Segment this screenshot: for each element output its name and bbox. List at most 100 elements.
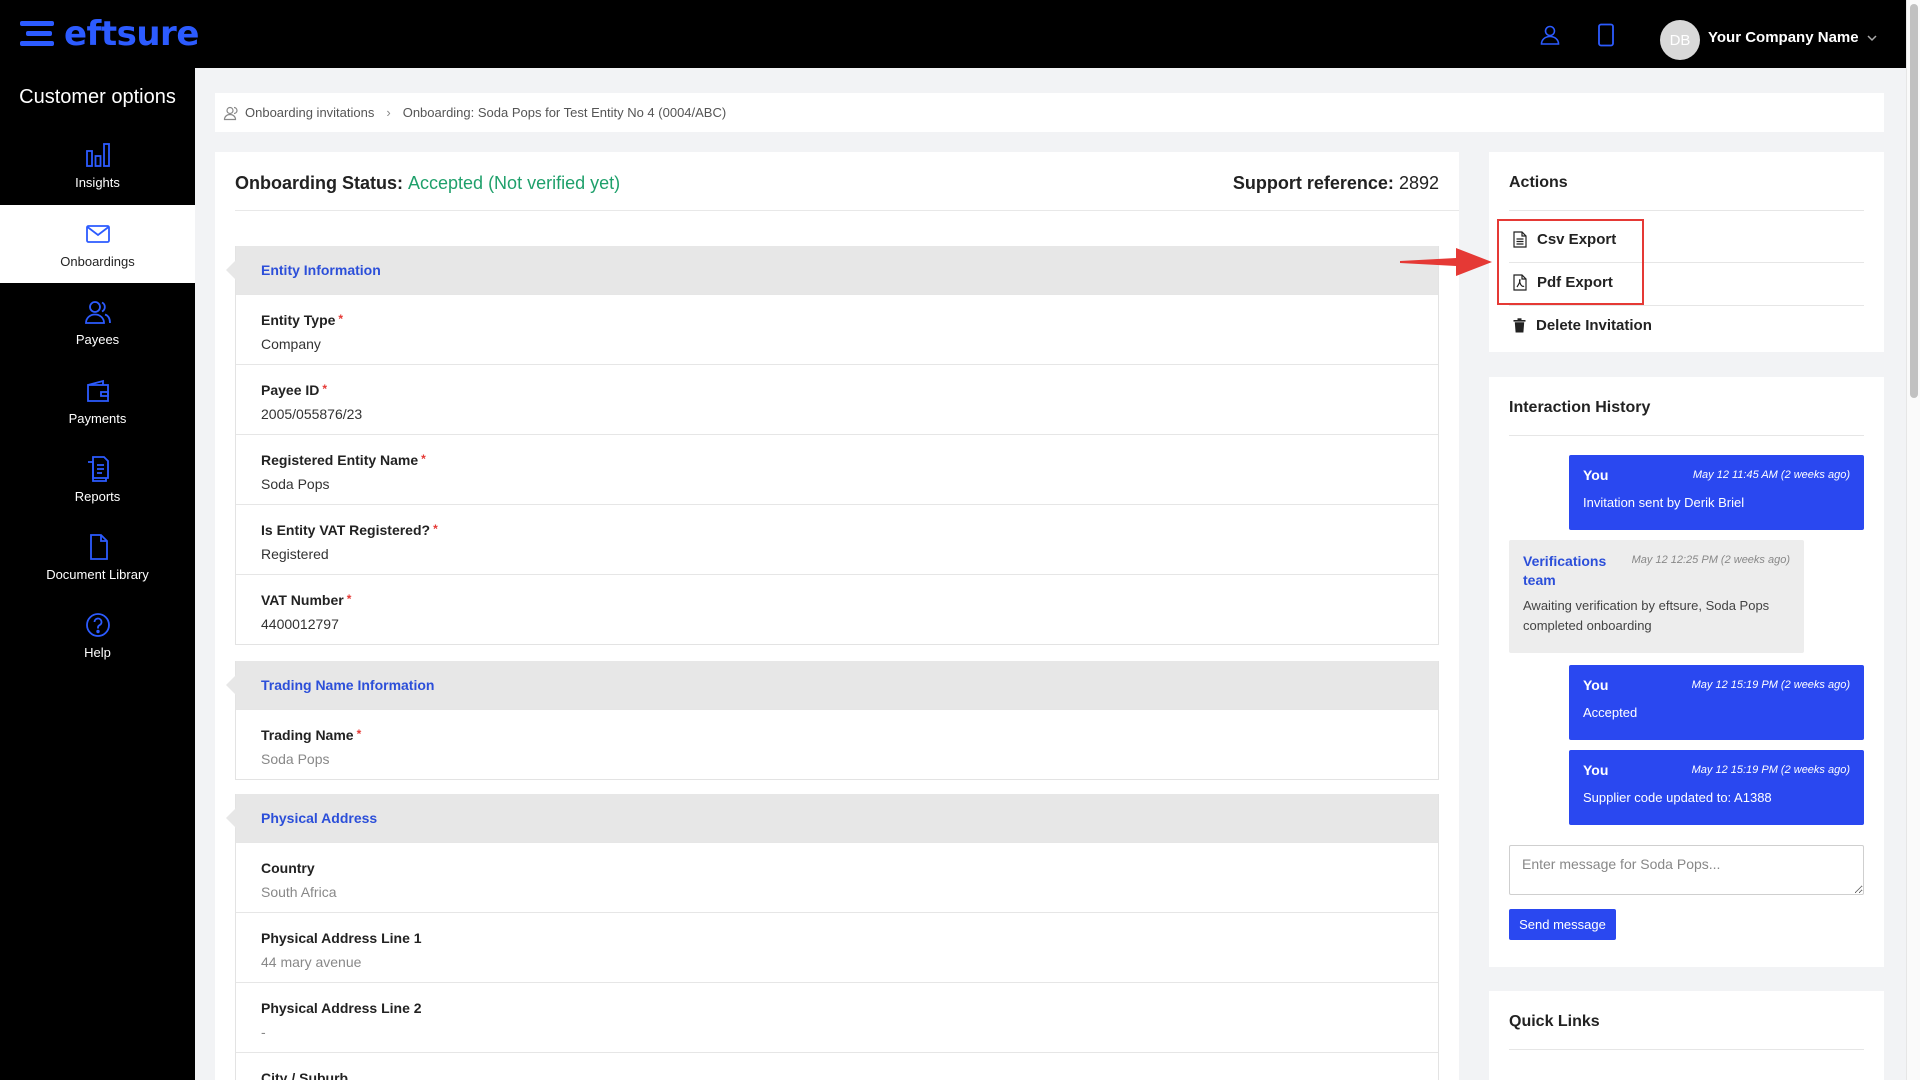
divider [1509, 210, 1864, 211]
quick-links-title: Quick Links [1509, 1013, 1600, 1030]
sidebar-item-label: Payees [75, 331, 120, 347]
divider [235, 210, 1459, 211]
users-icon [84, 300, 111, 324]
logo-text: eftsure [64, 14, 199, 54]
field-label: Entity Type [261, 312, 336, 328]
sidebar-item-document-library[interactable]: Document Library [0, 518, 195, 596]
mobile-icon[interactable] [1593, 22, 1619, 48]
sidebar-item-label: Reports [74, 488, 121, 504]
sidebar-item-insights[interactable]: Insights [0, 126, 195, 204]
bar-chart-icon [85, 142, 110, 167]
section-physical-address: Physical Address Country South Africa Ph… [226, 794, 1439, 1080]
field-label: Country [261, 860, 315, 876]
message-author: You [1583, 677, 1609, 693]
quick-links-card: Quick Links [1489, 991, 1884, 1080]
sidebar-item-help[interactable]: Help [0, 596, 195, 674]
field-value: Soda Pops [261, 751, 330, 767]
section-title: Physical Address [226, 794, 1438, 842]
field-label: City / Suburb [261, 1070, 349, 1080]
history-message: Verifications team May 12 12:25 PM (2 we… [1509, 540, 1804, 653]
sidebar-title: Customer options [19, 86, 176, 108]
message-text: Accepted [1583, 705, 1638, 720]
onboarding-details-card: Onboarding Status: Accepted (Not verifie… [215, 152, 1459, 1080]
arrow-right-icon [1400, 248, 1492, 276]
field-label: Physical Address Line 2 [261, 1000, 422, 1016]
divider [1509, 1049, 1864, 1050]
message-author: You [1583, 762, 1609, 778]
scrollbar[interactable] [1906, 0, 1920, 1080]
interaction-history-card: Interaction History You May 12 11:45 AM … [1489, 377, 1884, 967]
field-value: 44 mary avenue [261, 954, 362, 970]
field-value: 4400012797 [261, 616, 339, 632]
field-entity-type: Entity Type * Company [236, 294, 1438, 364]
section-trading-name-information: Trading Name Information Trading Name * S… [226, 661, 1439, 780]
breadcrumb-link[interactable]: Onboarding invitations [245, 105, 374, 120]
message-text: Supplier code updated to: A1388 [1583, 790, 1772, 805]
delete-invitation-button[interactable]: Delete Invitation [1509, 304, 1864, 346]
required-marker: * [433, 522, 438, 536]
logo-mark-icon [20, 18, 60, 50]
history-title: Interaction History [1509, 399, 1651, 416]
section-title: Entity Information [226, 246, 1438, 294]
help-icon [85, 612, 110, 637]
field-value: - [261, 1024, 266, 1040]
scrollbar-thumb[interactable] [1910, 4, 1918, 398]
envelope-icon [85, 224, 110, 243]
required-marker: * [346, 592, 352, 606]
support-value: 2892 [1398, 173, 1439, 193]
message-time: May 12 15:19 PM (2 weeks ago) [1691, 679, 1850, 691]
field-value: South Africa [261, 884, 337, 900]
trash-icon [1513, 317, 1526, 332]
chevron-down-icon [1867, 34, 1877, 41]
message-time: May 12 11:45 AM (2 weeks ago) [1692, 469, 1850, 481]
field-address-line-1: Physical Address Line 1 44 mary avenue [236, 912, 1438, 982]
support-reference: Support reference: 2892 [1233, 173, 1439, 194]
eftsure-logo[interactable]: eftsure [20, 14, 199, 54]
field-label: Is Entity VAT Registered? [261, 522, 431, 538]
field-vat-number: VAT Number * 4400012797 [236, 574, 1438, 644]
required-marker: * [338, 312, 344, 326]
sidebar-item-label: Payments [68, 410, 127, 426]
field-label: VAT Number [261, 592, 344, 608]
field-city-suburb: City / Suburb [236, 1052, 1438, 1080]
divider [1509, 435, 1864, 436]
field-label: Payee ID [261, 382, 320, 398]
sidebar-item-payments[interactable]: Payments [0, 362, 195, 440]
field-value: Soda Pops [261, 476, 330, 492]
field-label: Registered Entity Name [261, 452, 419, 468]
sidebar-item-onboardings[interactable]: Onboardings [0, 205, 195, 283]
company-menu[interactable]: Your Company Name [1708, 29, 1877, 46]
field-value: Registered [261, 546, 329, 562]
field-payee-id: Payee ID * 2005/055876/23 [236, 364, 1438, 434]
sidebar-item-payees[interactable]: Payees [0, 283, 195, 361]
breadcrumb-current: Onboarding: Soda Pops for Test Entity No… [402, 105, 727, 120]
field-value: Company [261, 336, 321, 352]
history-message: You May 12 11:45 AM (2 weeks ago) Invita… [1569, 455, 1864, 530]
send-message-button[interactable]: Send message [1509, 909, 1616, 940]
user-icon[interactable] [1537, 22, 1563, 48]
message-time: May 12 15:19 PM (2 weeks ago) [1691, 764, 1850, 776]
section-title: Trading Name Information [226, 661, 1438, 709]
message-input[interactable] [1509, 845, 1864, 895]
sidebar-item-label: Onboardings [60, 253, 135, 269]
sidebar-item-reports[interactable]: Reports [0, 440, 195, 518]
section-entity-information: Entity Information Entity Type * Company … [226, 246, 1439, 645]
status-value: Accepted (Not verified yet) [408, 173, 621, 193]
field-trading-name: Trading Name * Soda Pops [236, 709, 1438, 779]
sidebar-item-label: Help [84, 644, 111, 660]
message-author: You [1583, 467, 1609, 483]
field-address-line-2: Physical Address Line 2 - [236, 982, 1438, 1052]
field-registered-entity-name: Registered Entity Name * Soda Pops [236, 434, 1438, 504]
required-marker: * [356, 727, 362, 741]
support-label: Support reference: [1232, 173, 1394, 193]
field-country: Country South Africa [236, 842, 1438, 912]
users-icon [223, 106, 238, 120]
avatar[interactable]: DB [1660, 20, 1700, 60]
message-author: Verifications team [1523, 553, 1607, 588]
actions-title: Actions [1509, 174, 1568, 191]
message-text: Invitation sent by Derik Briel [1583, 495, 1745, 510]
history-message: You May 12 15:19 PM (2 weeks ago) Suppli… [1569, 750, 1864, 825]
highlight-box [1497, 219, 1644, 305]
field-label: Trading Name [261, 727, 354, 743]
sidebar: Customer options Insights Onboardings Pa… [0, 68, 195, 1080]
